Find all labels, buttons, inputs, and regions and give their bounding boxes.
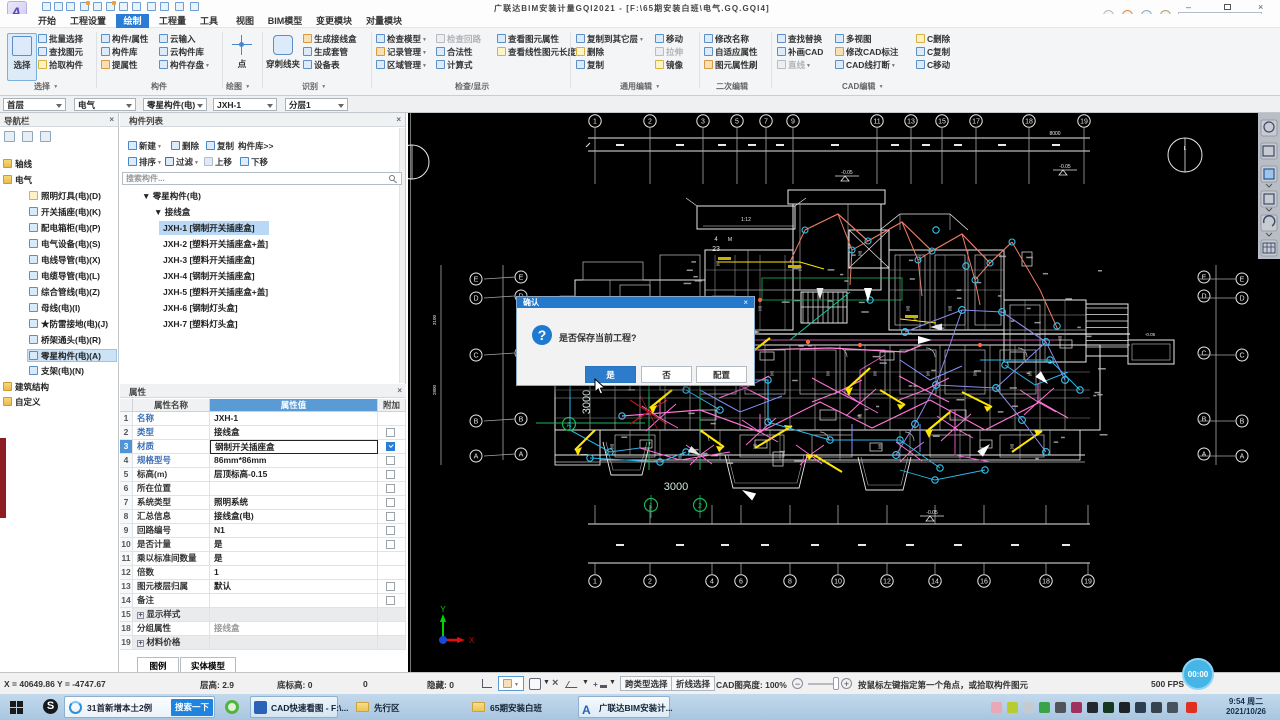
svg-text:1: 1 [593,119,597,126]
svg-text:C: C [1201,351,1206,358]
svg-text:A: A [519,452,524,459]
svg-text:C: C [473,353,478,360]
svg-text:4: 4 [714,237,718,243]
svg-text:9: 9 [791,119,795,126]
svg-text:2: 2 [648,579,652,586]
svg-text:D: D [1239,296,1244,303]
svg-text:7: 7 [764,119,768,126]
svg-text:B: B [474,419,479,426]
svg-text:室: 室 [1028,370,1033,376]
svg-text:10: 10 [834,579,842,586]
svg-text:E: E [1240,277,1245,284]
svg-text:19: 19 [1084,579,1092,586]
svg-text:8000: 8000 [1049,131,1060,137]
svg-text:室: 室 [1010,443,1015,449]
svg-text:室: 室 [716,260,721,266]
svg-text:B: B [1202,417,1207,424]
svg-text:A: A [1202,452,1207,459]
svg-text:3000: 3000 [581,390,593,414]
svg-text:5: 5 [735,119,739,126]
svg-text:11: 11 [873,119,880,126]
svg-text:18: 18 [1025,119,1033,126]
svg-text:A: A [567,422,572,429]
svg-text:室: 室 [873,370,878,376]
svg-text:16: 16 [980,579,988,586]
svg-text:2800: 2800 [432,384,437,395]
svg-text:D: D [1201,294,1206,301]
svg-text:4: 4 [710,579,714,586]
svg-text:A: A [1240,454,1245,461]
svg-text:-0.05: -0.05 [1145,332,1156,337]
svg-text:室: 室 [858,250,863,256]
svg-text:室: 室 [973,370,978,376]
svg-text:室: 室 [826,370,831,376]
svg-text:Y: Y [440,605,446,614]
svg-text:L: L [1184,146,1187,152]
svg-text:B: B [1240,419,1245,426]
svg-text:E: E [474,277,479,284]
svg-text:室: 室 [610,443,615,449]
svg-text:12: 12 [883,579,891,586]
svg-text:-0.05: -0.05 [841,170,853,176]
svg-text:8: 8 [788,579,792,586]
svg-text:B: B [519,417,524,424]
svg-text:15: 15 [938,119,946,126]
svg-text:17: 17 [972,119,980,126]
svg-text:室: 室 [906,305,911,311]
svg-text:X: X [469,636,475,645]
svg-text:18: 18 [1042,579,1050,586]
svg-text:室: 室 [926,370,931,376]
svg-text:E: E [1202,275,1207,282]
svg-text:6: 6 [739,579,743,586]
svg-text:室: 室 [948,305,953,311]
svg-text:室: 室 [770,370,775,376]
svg-text:1:12: 1:12 [741,217,751,223]
svg-text:E: E [519,275,524,282]
svg-text:-0.05: -0.05 [926,510,938,516]
svg-text:M: M [728,237,732,243]
svg-text:1: 1 [593,579,597,586]
svg-text:13: 13 [907,119,915,126]
svg-text:A: A [474,454,479,461]
svg-text:C: C [1239,353,1244,360]
svg-text:19: 19 [1080,119,1088,126]
svg-text:D: D [473,296,478,303]
svg-text:3000: 3000 [664,481,688,493]
svg-text:2: 2 [648,119,652,126]
svg-text:3: 3 [701,119,705,126]
svg-text:14: 14 [931,579,939,586]
svg-text:-0.05: -0.05 [1059,164,1071,170]
svg-text:3100: 3100 [432,314,437,325]
svg-text:室: 室 [878,443,883,449]
